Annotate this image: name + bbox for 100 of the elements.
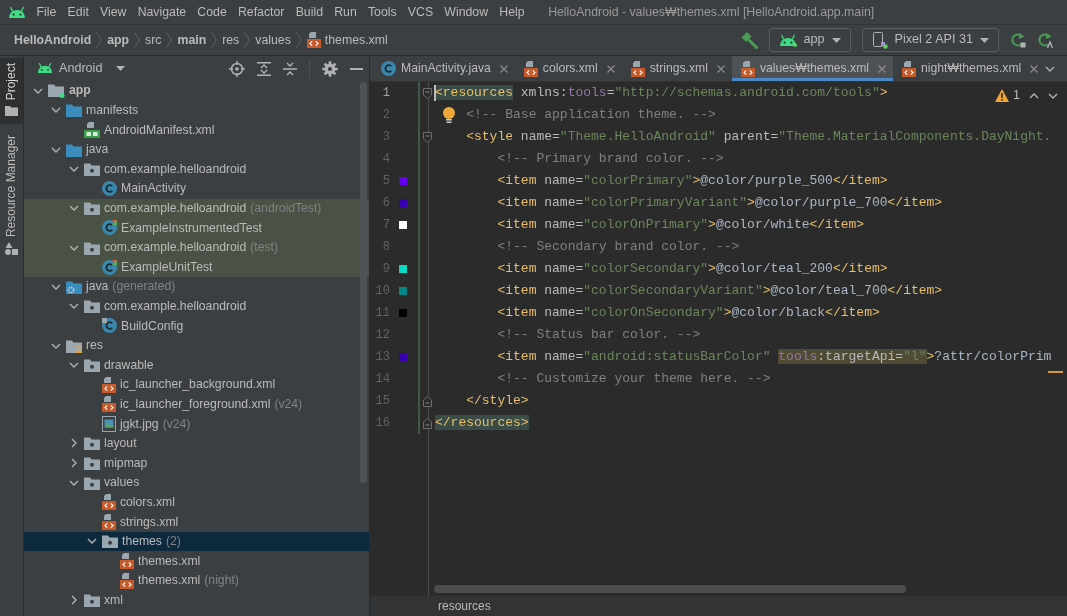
close-icon[interactable] (1030, 64, 1039, 73)
chevron-down-icon[interactable] (51, 107, 61, 114)
editor-tab[interactable]: strings.xml (621, 56, 732, 81)
color-swatch-icon[interactable] (399, 199, 407, 207)
tree-item[interactable]: res (24, 335, 369, 356)
tree-item[interactable]: colors.xml (24, 492, 369, 513)
menu-item[interactable]: Run (328, 4, 363, 20)
tree-item[interactable]: ExampleInstrumentedTest (24, 218, 369, 238)
tree-item[interactable]: themes (2) (24, 531, 369, 552)
breadcrumb-item[interactable]: resources (438, 598, 491, 614)
fold-marker-icon[interactable] (423, 417, 432, 429)
editor-tab[interactable]: night₩themes.xml (893, 56, 1046, 81)
menu-item[interactable]: Window (438, 4, 494, 20)
color-swatch-icon[interactable] (399, 265, 407, 273)
tool-window-tab[interactable]: Resource Manager (0, 130, 23, 264)
editor-tab[interactable]: colors.xml (514, 56, 622, 81)
fold-marker-icon[interactable] (423, 131, 432, 143)
device-dropdown[interactable]: Pixel 2 API 31 (861, 28, 999, 52)
color-swatch-icon[interactable] (399, 177, 407, 185)
view-selector-dropdown[interactable]: Android (37, 60, 126, 77)
chevron-down-icon[interactable] (1045, 65, 1056, 72)
close-icon[interactable] (499, 64, 508, 73)
hammer-icon[interactable] (740, 31, 758, 49)
menu-item[interactable]: VCS (402, 4, 439, 20)
color-swatch-icon[interactable] (399, 287, 407, 295)
tree-item[interactable]: mipmap (24, 453, 369, 473)
chevron-down-icon[interactable] (69, 362, 79, 369)
tree-item[interactable]: MainActivity (24, 178, 369, 199)
circular-arrow-icon[interactable] (1010, 32, 1026, 48)
chevron-down-icon[interactable] (51, 283, 61, 290)
tree-item[interactable]: values (24, 472, 369, 493)
menu-item[interactable]: Refactor (232, 4, 291, 20)
fold-marker-icon[interactable] (423, 395, 432, 407)
editor-tab[interactable]: values₩themes.xml (731, 56, 893, 81)
bulb-icon[interactable] (443, 107, 455, 123)
breadcrumb-item[interactable]: main (177, 32, 207, 48)
chevron-down-icon[interactable] (33, 87, 43, 94)
minimize-icon[interactable] (350, 67, 363, 70)
chevron-down-icon[interactable] (69, 479, 79, 486)
chevron-right-icon[interactable] (71, 438, 77, 449)
color-swatch-icon[interactable] (399, 221, 407, 229)
tree-item[interactable]: app (24, 81, 369, 101)
tree-item[interactable]: java (generated) (24, 276, 369, 297)
chevron-down-icon[interactable] (51, 146, 61, 153)
chevron-down-icon[interactable] (51, 342, 61, 349)
warning-stripe-marker[interactable] (1048, 371, 1063, 373)
inspection-widget[interactable]: 1 (995, 88, 1020, 104)
tree-item[interactable]: com.example.helloandroid (24, 296, 369, 317)
tree-item[interactable]: ic_launcher_foreground.xml (v24) (24, 394, 369, 415)
chevron-right-icon[interactable] (71, 458, 77, 469)
breadcrumb-item[interactable]: HelloAndroid (14, 32, 92, 48)
tree-item[interactable]: com.example.helloandroid (24, 159, 369, 179)
fold-marker-icon[interactable] (423, 87, 432, 99)
chevron-up-icon[interactable] (1029, 92, 1039, 99)
collapse-all-icon[interactable] (283, 61, 297, 76)
tree-item[interactable]: AndroidManifest.xml (24, 120, 369, 140)
chevron-down-icon[interactable] (69, 303, 79, 310)
color-swatch-icon[interactable] (399, 309, 407, 317)
scrollbar-thumb[interactable] (434, 585, 906, 593)
color-swatch-icon[interactable] (399, 353, 407, 361)
tree-item[interactable]: BuildConfig (24, 316, 369, 336)
chevron-down-icon[interactable] (87, 538, 97, 545)
tree-item[interactable]: layout (24, 433, 369, 454)
breadcrumb-item[interactable]: app (107, 32, 130, 48)
editor-tab[interactable]: MainActivity.java (372, 56, 515, 81)
breadcrumb-item[interactable]: themes.xml (306, 32, 388, 48)
crosshair-icon[interactable] (229, 60, 245, 77)
menu-item[interactable]: View (94, 4, 133, 20)
tree-item[interactable]: themes.xml (24, 551, 369, 571)
tool-window-tab[interactable]: Project (0, 58, 23, 125)
breadcrumb-item[interactable]: values (255, 32, 291, 48)
chevron-down-icon[interactable] (1048, 92, 1058, 99)
circular-arrow-icon[interactable] (1037, 32, 1053, 48)
menu-item[interactable]: Build (290, 4, 329, 20)
breadcrumb-item[interactable]: src (145, 32, 162, 48)
menu-item[interactable]: Code (191, 4, 233, 20)
run-configuration-dropdown[interactable]: app (768, 28, 851, 52)
chevron-down-icon[interactable] (69, 166, 79, 173)
chevron-down-icon[interactable] (69, 205, 79, 212)
expand-all-icon[interactable] (257, 61, 271, 76)
menu-item[interactable]: Help (493, 4, 531, 20)
tree-item[interactable]: strings.xml (24, 512, 369, 532)
menu-item[interactable]: Edit (62, 4, 95, 20)
menu-item[interactable]: Navigate (132, 4, 192, 20)
tree-item[interactable]: ic_launcher_background.xml (24, 374, 369, 395)
tree-item[interactable]: themes.xml (night) (24, 570, 369, 591)
chevron-right-icon[interactable] (71, 595, 77, 606)
tree-item[interactable]: jgkt.jpg (v24) (24, 414, 369, 434)
menu-item[interactable]: Tools (362, 4, 403, 20)
breadcrumb-item[interactable]: res (222, 32, 240, 48)
menu-item[interactable]: File (31, 4, 62, 20)
tree-item[interactable]: drawable (24, 355, 369, 375)
chevron-down-icon[interactable] (69, 244, 79, 251)
settings-icon[interactable] (322, 60, 338, 77)
tree-item[interactable]: com.example.helloandroid (androidTest) (24, 198, 369, 219)
tree-item[interactable]: ExampleUnitTest (24, 257, 369, 277)
close-icon[interactable] (606, 64, 615, 73)
close-icon[interactable] (716, 64, 725, 73)
tree-item[interactable]: manifests (24, 100, 369, 121)
tree-item[interactable]: xml (24, 590, 369, 611)
